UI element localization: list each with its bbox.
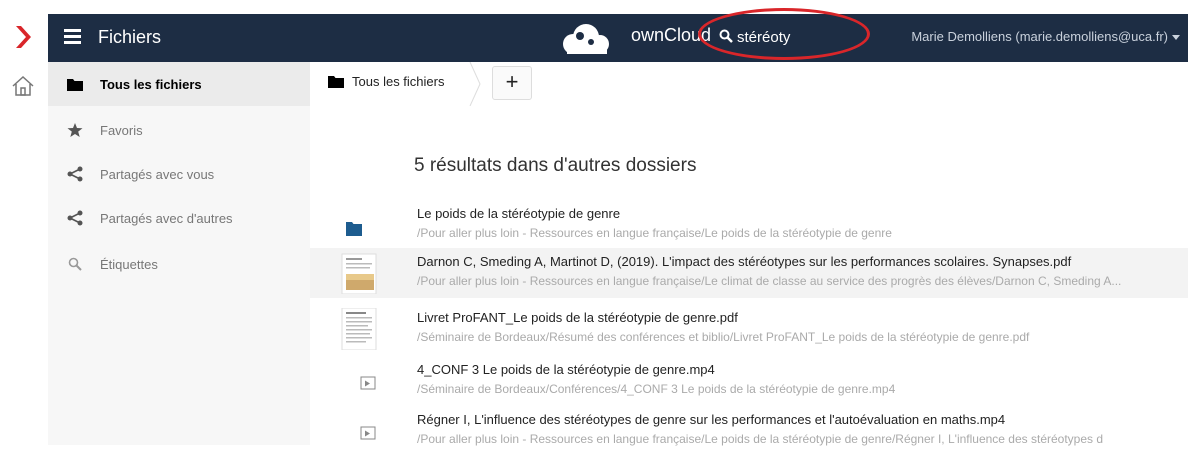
add-button[interactable]: + (492, 66, 532, 100)
result-row[interactable]: Le poids de la stéréotypie de genre /Pou… (310, 200, 1188, 250)
results-title: 5 résultats dans d'autres dossiers (414, 155, 697, 176)
menu-icon[interactable] (64, 29, 81, 45)
user-name: Marie Demolliens (marie.demolliens@uca.f… (911, 29, 1168, 44)
home-icon[interactable] (10, 73, 36, 99)
left-rail (0, 0, 48, 445)
sidebar-item-shared-with-you[interactable]: Partagés avec vous (48, 152, 310, 196)
pdf-thumbnail-icon (341, 253, 377, 294)
share-icon (66, 210, 84, 226)
sidebar-item-label: Tous les fichiers (100, 76, 202, 92)
caret-down-icon (1172, 35, 1180, 41)
result-row[interactable]: 4_CONF 3 Le poids de la stéréotypie de g… (310, 356, 1188, 406)
sidebar-item-favorites[interactable]: Favoris (48, 108, 310, 152)
result-row[interactable]: Régner I, L'influence des stéréotypes de… (310, 406, 1188, 456)
chevron-right-icon[interactable] (12, 24, 34, 50)
sidebar-item-label: Favoris (100, 122, 143, 138)
sidebar-item-all-files[interactable]: Tous les fichiers (48, 62, 310, 106)
folder-icon (66, 76, 84, 92)
result-path: /Séminaire de Bordeaux/Résumé des confér… (417, 330, 1030, 344)
result-name[interactable]: Livret ProFANT_Le poids de la stéréotypi… (417, 310, 738, 325)
star-icon (66, 122, 84, 138)
breadcrumb-item-all-files[interactable]: Tous les fichiers (328, 74, 444, 89)
user-menu[interactable]: Marie Demolliens (marie.demolliens@uca.f… (911, 29, 1180, 44)
result-row[interactable]: Livret ProFANT_Le poids de la stéréotypi… (310, 304, 1188, 354)
search-icon (66, 256, 84, 272)
sidebar-item-label: Partagés avec d'autres (100, 210, 233, 226)
result-path: /Pour aller plus loin - Ressources en la… (417, 226, 892, 240)
brand-name: ownCloud (631, 25, 712, 45)
result-name[interactable]: Régner I, L'influence des stéréotypes de… (417, 412, 1005, 427)
breadcrumb-label: Tous les fichiers (352, 74, 445, 89)
result-name[interactable]: Le poids de la stéréotypie de genre (417, 206, 620, 221)
pdf-thumbnail-icon (341, 308, 377, 350)
owncloud-logo-icon[interactable] (553, 20, 623, 58)
video-icon (360, 376, 376, 390)
app-title[interactable]: Fichiers (98, 27, 161, 48)
sidebar-item-tags[interactable]: Étiquettes (48, 242, 310, 286)
video-icon (360, 426, 376, 440)
search-box[interactable] (713, 23, 863, 51)
search-input[interactable] (737, 25, 857, 49)
breadcrumb-separator-icon (469, 62, 481, 106)
folder-icon (328, 76, 344, 88)
sidebar: Tous les fichiers Favoris Partagés avec … (48, 62, 310, 445)
result-name[interactable]: 4_CONF 3 Le poids de la stéréotypie de g… (417, 362, 715, 377)
result-name[interactable]: Darnon C, Smeding A, Martinot D, (2019).… (417, 254, 1071, 269)
result-row[interactable]: Darnon C, Smeding A, Martinot D, (2019).… (310, 248, 1188, 298)
result-path: /Séminaire de Bordeaux/Conférences/4_CON… (417, 382, 896, 396)
breadcrumb: Tous les fichiers + (310, 62, 1188, 106)
result-path: /Pour aller plus loin - Ressources en la… (417, 432, 1104, 446)
folder-icon (346, 222, 362, 236)
result-path: /Pour aller plus loin - Ressources en la… (417, 274, 1122, 288)
search-icon (719, 29, 733, 43)
sidebar-item-label: Partagés avec vous (100, 166, 215, 182)
sidebar-item-shared-with-others[interactable]: Partagés avec d'autres (48, 196, 310, 240)
share-icon (66, 166, 84, 182)
sidebar-item-label: Étiquettes (100, 256, 158, 272)
top-header: Fichiers ownCloud Marie Demolliens (mari… (48, 8, 1188, 62)
